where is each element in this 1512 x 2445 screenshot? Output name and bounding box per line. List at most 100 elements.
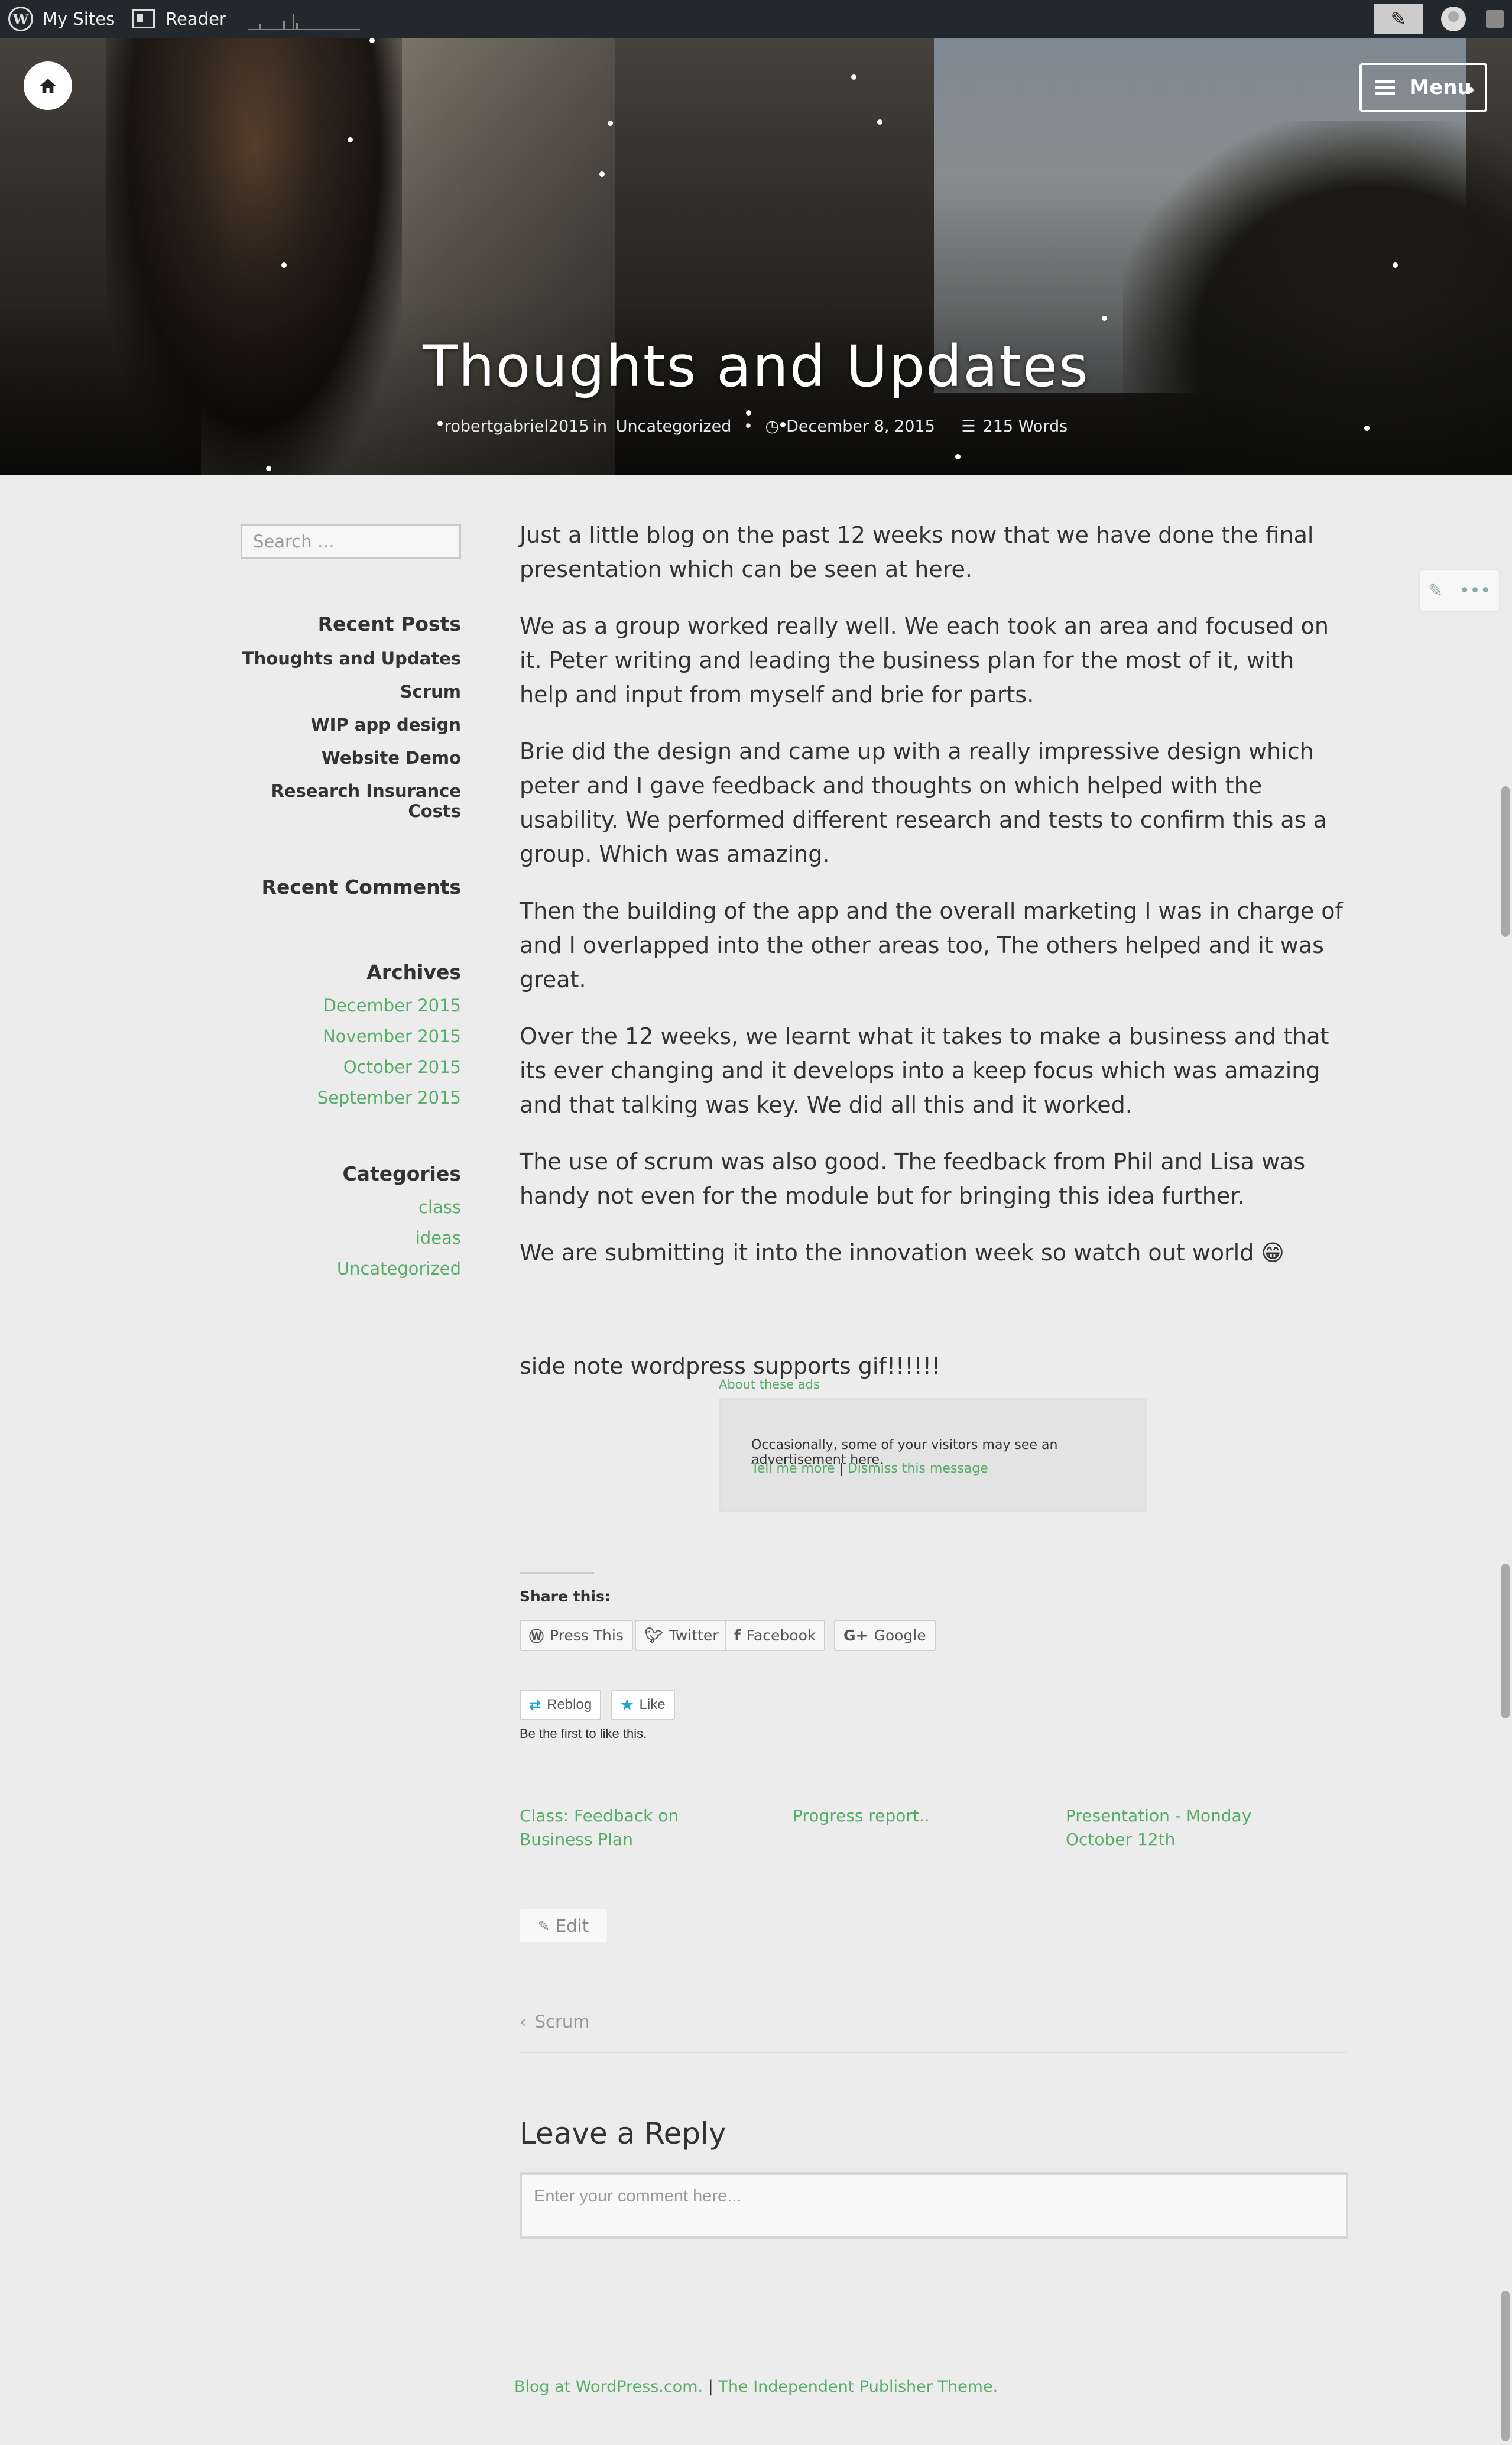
notifications-icon[interactable] xyxy=(1486,10,1504,28)
reblog-icon: ⇄ xyxy=(529,1697,541,1713)
post-author-link[interactable]: robertgabriel2015 xyxy=(444,417,589,436)
ad-notice-links: Tell me more | Dismiss this message xyxy=(751,1461,988,1476)
reader-link[interactable]: Reader xyxy=(132,9,226,29)
facebook-icon: f xyxy=(734,1627,741,1644)
previous-post-link[interactable]: ‹ Scrum xyxy=(520,2012,590,2032)
share-divider xyxy=(520,1572,594,1574)
my-sites-label: My Sites xyxy=(43,9,115,29)
scrollbar-thumb[interactable] xyxy=(1501,786,1510,937)
post-category-link[interactable]: Uncategorized xyxy=(616,417,732,436)
share-google-button[interactable]: G+ Google xyxy=(834,1620,936,1651)
twitter-icon: 🐦︎ xyxy=(644,1626,663,1644)
recent-post-link[interactable]: Research Insurance Costs xyxy=(241,781,461,821)
archive-link[interactable]: September 2015 xyxy=(241,1088,461,1108)
post-date[interactable]: December 8, 2015 xyxy=(786,417,935,436)
reblog-button[interactable]: ⇄ Reblog xyxy=(520,1690,602,1720)
share-twitter-button[interactable]: 🐦︎ Twitter xyxy=(635,1620,728,1651)
category-link[interactable]: class xyxy=(241,1197,461,1217)
category-link[interactable]: ideas xyxy=(241,1228,461,1248)
dismiss-message-link[interactable]: Dismiss this message xyxy=(848,1461,988,1476)
reader-icon xyxy=(132,9,155,28)
post-paragraph: Brie did the design and came up with a r… xyxy=(520,738,1327,867)
pencil-icon[interactable]: ✎ xyxy=(1428,581,1443,601)
reader-label: Reader xyxy=(166,9,226,29)
home-icon xyxy=(40,79,56,93)
archive-link[interactable]: November 2015 xyxy=(241,1026,461,1046)
menu-label: Menu xyxy=(1409,76,1472,99)
post-paragraph: We are submitting it into the innovation… xyxy=(520,1240,1285,1266)
post-side-note: side note wordpress supports gif!!!!!! xyxy=(520,1353,941,1379)
share-button-label: Press This xyxy=(550,1627,624,1644)
recent-post-link[interactable]: Website Demo xyxy=(241,748,461,768)
comment-textarea[interactable]: Enter your comment here... xyxy=(520,2172,1348,2239)
theme-link[interactable]: The Independent Publisher Theme. xyxy=(718,2378,998,2396)
star-icon: ★ xyxy=(621,1697,634,1713)
clock-icon: ◷ xyxy=(765,417,780,436)
google-plus-icon: G+ xyxy=(843,1627,868,1644)
related-post-link[interactable]: Progress report.. xyxy=(793,1804,1029,1828)
post-paragraph: Just a little blog on the past 12 weeks … xyxy=(520,522,1314,582)
previous-post-label: Scrum xyxy=(534,2012,590,2032)
recent-post-link[interactable]: WIP app design xyxy=(241,715,461,735)
recent-post-link[interactable]: Thoughts and Updates xyxy=(241,648,461,669)
scrollbar-thumb[interactable] xyxy=(1501,1564,1510,1718)
reblog-label: Reblog xyxy=(547,1697,592,1713)
about-ads-link[interactable]: About these ads xyxy=(719,1377,820,1392)
meta-in: in xyxy=(592,417,608,436)
my-sites-link[interactable]: W My Sites xyxy=(8,7,115,31)
admin-bar-left: W My Sites Reader xyxy=(0,7,360,31)
hero-header: Menu Thoughts and Updates robertgabriel2… xyxy=(0,38,1512,475)
related-post-link[interactable]: Class: Feedback on Business Plan xyxy=(520,1804,756,1851)
write-post-button[interactable]: ✎ xyxy=(1374,4,1423,34)
stats-sparkline-icon[interactable] xyxy=(247,8,360,30)
leave-reply-heading: Leave a Reply xyxy=(520,2116,726,2151)
share-facebook-button[interactable]: f Facebook xyxy=(725,1620,826,1651)
tell-me-more-link[interactable]: Tell me more xyxy=(751,1461,835,1476)
categories-heading: Categories xyxy=(342,1162,461,1185)
post-content: Just a little blog on the past 12 weeks … xyxy=(520,518,1347,1406)
scrollbar-thumb[interactable] xyxy=(1501,2291,1510,2441)
menu-button[interactable]: Menu xyxy=(1359,63,1487,112)
hamburger-icon xyxy=(1375,80,1396,95)
share-button-label: Google xyxy=(874,1627,926,1644)
share-button-label: Twitter xyxy=(669,1627,719,1644)
bullet-separator: • xyxy=(744,417,753,436)
edit-label: Edit xyxy=(555,1915,589,1936)
post-paragraph: Then the building of the app and the ove… xyxy=(520,898,1343,993)
blog-at-wordpress-link[interactable]: Blog at WordPress.com. xyxy=(514,2378,703,2396)
recent-post-link[interactable]: Scrum xyxy=(241,682,461,702)
archive-link[interactable]: October 2015 xyxy=(241,1057,461,1077)
share-button-label: Facebook xyxy=(746,1627,816,1644)
post-actions-widget[interactable]: ✎ ••• xyxy=(1419,569,1500,612)
related-post-link[interactable]: Presentation - Monday October 12th xyxy=(1066,1804,1302,1851)
archives-heading: Archives xyxy=(366,961,461,984)
word-count-icon: ☰ xyxy=(961,417,976,436)
post-paragraph: We as a group worked really well. We eac… xyxy=(520,613,1329,708)
admin-bar: W My Sites Reader ✎ xyxy=(0,0,1512,38)
chevron-left-icon: ‹ xyxy=(520,2012,527,2032)
home-button[interactable] xyxy=(24,61,72,110)
archive-link[interactable]: December 2015 xyxy=(241,995,461,1016)
wordpress-logo-icon: W xyxy=(8,7,33,31)
site-footer: Blog at WordPress.com. | The Independent… xyxy=(0,2378,1512,2396)
post-paragraph: The use of scrum was also good. The feed… xyxy=(520,1149,1306,1209)
share-press-this-button[interactable]: Ⓦ Press This xyxy=(520,1620,633,1651)
pencil-icon: ✎ xyxy=(537,1917,550,1934)
sidebar: Search … Recent Posts Thoughts and Updat… xyxy=(241,524,461,1279)
ad-notice: Occasionally, some of your visitors may … xyxy=(719,1398,1147,1512)
first-to-like-text: Be the first to like this. xyxy=(520,1726,647,1741)
divider xyxy=(520,2052,1347,2053)
like-label: Like xyxy=(639,1697,666,1713)
more-options-icon[interactable]: ••• xyxy=(1459,581,1491,601)
like-button[interactable]: ★ Like xyxy=(611,1690,675,1720)
share-heading: Share this: xyxy=(520,1588,611,1605)
word-count: 215 Words xyxy=(982,417,1068,436)
post-meta: robertgabriel2015 in Uncategorized • ◷ Dec… xyxy=(0,417,1512,436)
search-input[interactable]: Search … xyxy=(241,524,461,559)
admin-bar-right: ✎ xyxy=(1374,4,1504,34)
category-link[interactable]: Uncategorized xyxy=(241,1259,461,1279)
recent-comments-heading: Recent Comments xyxy=(261,875,461,899)
post-paragraph: Over the 12 weeks, we learnt what it tak… xyxy=(520,1023,1329,1118)
edit-post-button[interactable]: ✎ Edit xyxy=(520,1909,607,1942)
user-avatar[interactable] xyxy=(1441,7,1466,31)
